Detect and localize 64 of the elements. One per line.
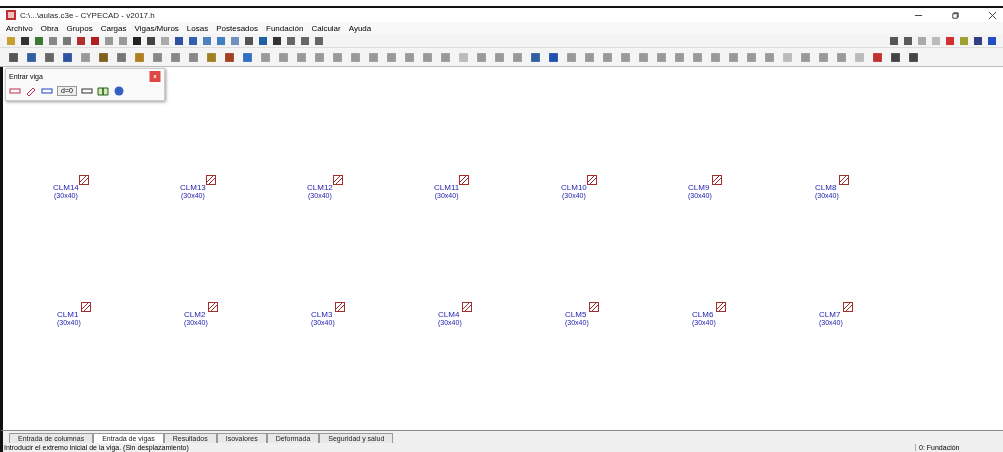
- tool-icon[interactable]: [132, 35, 142, 46]
- column-label: CLM2: [184, 310, 207, 319]
- column-label: CLM12: [307, 183, 333, 192]
- menu-item[interactable]: Fundación: [266, 23, 304, 33]
- app-icon: [6, 10, 16, 20]
- column-icon: [838, 175, 849, 185]
- column-icon: [461, 302, 472, 312]
- column-label: CLM3: [311, 310, 334, 319]
- column-icon: [332, 175, 343, 185]
- beam-icon[interactable]: [9, 86, 21, 96]
- tool-icon[interactable]: [987, 35, 997, 46]
- menu-item[interactable]: Postesados: [216, 23, 258, 33]
- column-icon: [80, 302, 91, 312]
- menu-item[interactable]: Obra: [40, 23, 59, 33]
- tool-icon[interactable]: [174, 35, 184, 46]
- column-label: CLM7: [819, 310, 842, 319]
- menu-item[interactable]: Grupos: [66, 23, 93, 33]
- close-icon[interactable]: [988, 10, 997, 20]
- restore-icon[interactable]: [951, 10, 960, 20]
- column-label: CLM10: [561, 183, 587, 192]
- column-icon: [78, 175, 89, 185]
- pencil-icon[interactable]: [25, 86, 37, 96]
- tool-icon[interactable]: [272, 35, 282, 46]
- window-title: C:\...\aulas.c3e - CYPECAD - v2017.h: [20, 10, 155, 20]
- column-label: CLM6: [692, 310, 715, 319]
- book-icon[interactable]: [96, 86, 109, 96]
- tool-icon[interactable]: [20, 35, 30, 46]
- column-icon: [715, 302, 726, 312]
- menu-item[interactable]: Losas: [186, 23, 209, 33]
- tool-icon[interactable]: [889, 35, 899, 46]
- column-label: CLM8: [815, 183, 838, 192]
- column-icon: [588, 302, 599, 312]
- tool-icon[interactable]: [548, 51, 559, 63]
- column-label: CLM14: [53, 183, 79, 192]
- column-icon: [205, 175, 216, 185]
- tool-icon[interactable]: [890, 51, 901, 63]
- menu-item[interactable]: Vigas/Muros: [134, 23, 179, 33]
- column-icon: [207, 302, 218, 312]
- column-icon: [459, 175, 470, 185]
- tool-icon[interactable]: [973, 35, 983, 46]
- tool-icon[interactable]: [146, 35, 156, 46]
- column-icon: [842, 302, 853, 312]
- tool-icon[interactable]: [90, 35, 100, 46]
- column-icon: [586, 175, 597, 185]
- column-label: CLM5: [565, 310, 588, 319]
- column-label: CLM9: [688, 183, 711, 192]
- help-icon[interactable]: [112, 86, 125, 96]
- menu-item[interactable]: Calcular: [311, 23, 341, 33]
- tool-icon[interactable]: [62, 51, 73, 63]
- column-label: CLM1: [57, 310, 80, 319]
- tool-icon[interactable]: [903, 35, 913, 46]
- tool-icon[interactable]: [8, 51, 19, 63]
- column-icon: [334, 302, 345, 312]
- beam-icon[interactable]: [80, 86, 93, 96]
- column-label: CLM4: [438, 310, 461, 319]
- column-label: CLM11: [434, 183, 460, 192]
- beam-icon[interactable]: [41, 86, 53, 96]
- column-icon: [711, 175, 722, 185]
- menu-item[interactable]: Ayuda: [348, 23, 372, 33]
- tool-icon[interactable]: [908, 51, 919, 63]
- menu-item[interactable]: Cargas: [100, 23, 127, 33]
- tool-icon[interactable]: [244, 35, 254, 46]
- menu-item[interactable]: Archivo: [6, 23, 33, 33]
- column-label: CLM13: [180, 183, 206, 192]
